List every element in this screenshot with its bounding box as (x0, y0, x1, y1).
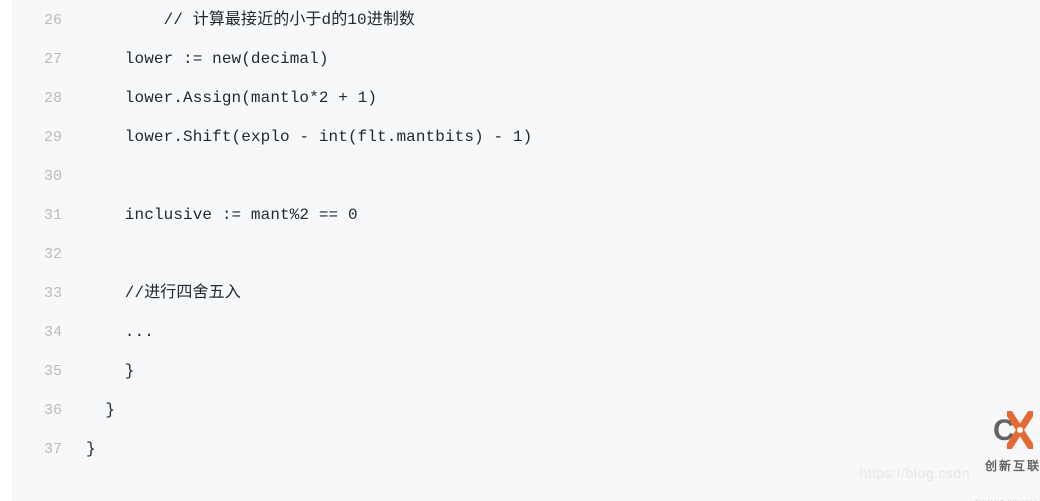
code-line: 27 lower := new(decimal) (12, 40, 1040, 79)
logo-text-cn: 创新互联 (985, 447, 1040, 486)
code-line: 33 //进行四舍五入 (12, 274, 1040, 313)
line-number: 29 (12, 118, 86, 157)
line-number: 28 (12, 79, 86, 118)
line-number: 33 (12, 274, 86, 313)
code-text: } (86, 430, 96, 469)
logo-text-pinyin: CHUANG XIN HU LIAN (974, 485, 1040, 501)
code-block: 26 // 计算最接近的小于d的10进制数 27 lower := new(de… (12, 0, 1040, 501)
code-text: lower := new(decimal) (86, 40, 329, 79)
line-number: 31 (12, 196, 86, 235)
line-number: 32 (12, 235, 86, 274)
code-line: 30 (12, 157, 1040, 196)
code-text: //进行四舍五入 (86, 274, 241, 313)
code-text: lower.Assign(mantlo*2 + 1) (86, 79, 377, 118)
code-text: } (86, 352, 135, 391)
code-text: inclusive := mant%2 == 0 (86, 196, 358, 235)
brand-logo: C 创新互联 CHUANG XIN HU LIAN (974, 439, 1040, 497)
line-number: 26 (12, 1, 86, 40)
code-line: 34 ... (12, 313, 1040, 352)
logo-mark: C (993, 413, 1033, 449)
line-number: 36 (12, 391, 86, 430)
code-line: 31 inclusive := mant%2 == 0 (12, 196, 1040, 235)
code-line: 29 lower.Shift(explo - int(flt.mantbits)… (12, 118, 1040, 157)
line-number: 35 (12, 352, 86, 391)
code-text: // 计算最接近的小于d的10进制数 (86, 1, 415, 40)
line-number: 27 (12, 40, 86, 79)
code-line: 36 } (12, 391, 1040, 430)
logo-letter-x-icon (1007, 411, 1033, 449)
line-number: 34 (12, 313, 86, 352)
code-text: } (86, 391, 115, 430)
code-line: 26 // 计算最接近的小于d的10进制数 (12, 1, 1040, 40)
code-line: 28 lower.Assign(mantlo*2 + 1) (12, 79, 1040, 118)
line-number: 30 (12, 157, 86, 196)
watermark-text: https://blog.csdn (860, 454, 970, 493)
code-text: ... (86, 313, 154, 352)
code-text: lower.Shift(explo - int(flt.mantbits) - … (86, 118, 532, 157)
code-line: 35 } (12, 352, 1040, 391)
line-number: 37 (12, 430, 86, 469)
code-line: 32 (12, 235, 1040, 274)
